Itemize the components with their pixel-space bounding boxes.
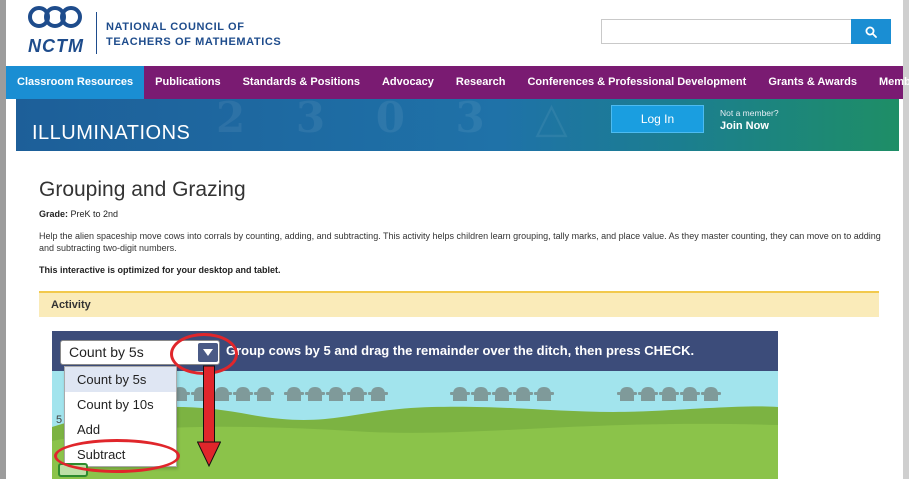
chevron-down-icon: [203, 349, 213, 356]
page-title: Grouping and Grazing: [39, 178, 246, 201]
cow-icon[interactable]: [191, 385, 211, 403]
nav-item-classroom-resources[interactable]: Classroom Resources: [6, 66, 145, 99]
check-button-partial[interactable]: [58, 463, 88, 477]
logo-divider: [96, 12, 97, 54]
grade-label: Grade:: [39, 209, 69, 219]
login-button[interactable]: Log In: [611, 105, 704, 133]
activity-label: Activity: [51, 299, 91, 311]
cow-icon[interactable]: [513, 385, 533, 403]
nav-item-standards-positions[interactable]: Standards & Positions: [232, 66, 371, 99]
mode-select-value: Count by 5s: [69, 344, 144, 360]
mode-select-arrow-button[interactable]: [198, 343, 218, 362]
search-input[interactable]: [601, 19, 851, 44]
org-name[interactable]: NATIONAL COUNCIL OF TEACHERS OF MATHEMAT…: [106, 20, 281, 50]
side-snippet: 5: [56, 414, 63, 426]
org-name-line1: NATIONAL COUNCIL OF: [106, 21, 245, 33]
dropdown-option-count-by-5s[interactable]: Count by 5s: [65, 367, 176, 392]
cow-icon[interactable]: [638, 385, 658, 403]
nav-item-advocacy[interactable]: Advocacy: [371, 66, 445, 99]
main-nav: Classroom Resources Publications Standards…: [6, 66, 909, 99]
cow-icon[interactable]: [492, 385, 512, 403]
cow-icon[interactable]: [680, 385, 700, 403]
search-icon: [865, 26, 877, 38]
grade-line: Grade: PreK to 2nd: [39, 209, 118, 219]
illuminations-banner: 2 3 0 3 △ ILLUMINATIONS Log In Not a mem…: [16, 99, 899, 151]
game-instruction: Group cows by 5 and drag the remainder o…: [226, 343, 695, 358]
cow-group: [617, 385, 721, 405]
cow-icon[interactable]: [617, 385, 637, 403]
nav-item-conferences-professional-development[interactable]: Conferences & Professional Development: [516, 66, 757, 99]
logo-wordmark[interactable]: NCTM: [28, 36, 84, 57]
nav-item-grants-awards[interactable]: Grants & Awards: [757, 66, 868, 99]
optimized-note: This interactive is optimized for your d…: [39, 265, 281, 275]
cow-group: [450, 385, 554, 405]
cow-icon[interactable]: [326, 385, 346, 403]
cow-icon[interactable]: [450, 385, 470, 403]
activity-header: Activity: [39, 291, 879, 317]
nav-item-publications[interactable]: Publications: [144, 66, 231, 99]
cow-icon[interactable]: [347, 385, 367, 403]
cow-group: [170, 385, 274, 405]
dropdown-option-add[interactable]: Add: [65, 417, 176, 442]
cow-group: [284, 385, 388, 405]
dropdown-option-count-by-10s[interactable]: Count by 10s: [65, 392, 176, 417]
grade-value: PreK to 2nd: [70, 209, 119, 219]
cow-icon[interactable]: [305, 385, 325, 403]
cow-icon[interactable]: [212, 385, 232, 403]
search-button[interactable]: [851, 19, 891, 44]
cow-icon[interactable]: [659, 385, 679, 403]
cow-icon[interactable]: [284, 385, 304, 403]
org-name-line2: TEACHERS OF MATHEMATICS: [106, 36, 282, 48]
cow-icon[interactable]: [233, 385, 253, 403]
banner-title[interactable]: ILLUMINATIONS: [32, 122, 190, 145]
cow-icon[interactable]: [701, 385, 721, 403]
cow-icon[interactable]: [368, 385, 388, 403]
activity-description: Help the alien spaceship move cows into …: [39, 231, 881, 253]
join-now-link[interactable]: Join Now: [720, 120, 769, 132]
cow-icon[interactable]: [534, 385, 554, 403]
nav-item-membership[interactable]: Membership: [868, 66, 909, 99]
mode-select[interactable]: Count by 5s: [60, 340, 220, 365]
site-header: NCTM NATIONAL COUNCIL OF TEACHERS OF MAT…: [6, 0, 903, 66]
not-member-text: Not a member?: [720, 108, 779, 118]
mode-dropdown: Count by 5s Count by 10s Add Subtract: [64, 366, 177, 467]
cow-icon[interactable]: [471, 385, 491, 403]
nav-item-research[interactable]: Research: [445, 66, 517, 99]
banner-decoration: 2 3 0 3 △: [216, 99, 586, 142]
cow-icon[interactable]: [254, 385, 274, 403]
